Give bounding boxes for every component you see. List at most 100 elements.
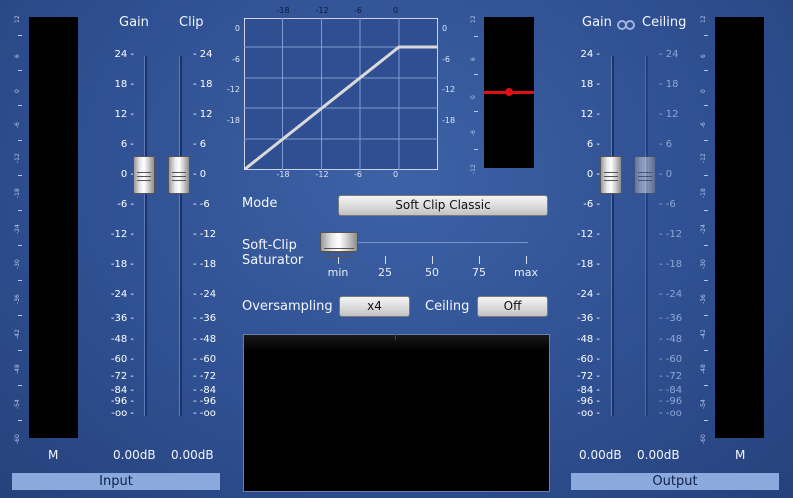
fader-tick-label: -60 - [576,354,600,365]
input-gain-track [144,56,147,416]
meter-tick-mark [18,420,22,422]
meter-tick-label: -6 [470,130,477,137]
saturator-tick-mark [432,256,433,264]
meter-tick-label: -36 [700,293,707,304]
input-gain-label: Gain [119,15,149,30]
graph-tick-label: 0 [393,170,399,179]
output-ceiling-track [645,56,648,416]
fader-tick-label: -96 - [110,396,134,407]
waveform-display [243,334,550,492]
fader-tick-label: -96 - [576,396,600,407]
mode-label: Mode [242,196,278,211]
fader-tick-label: - -18 [193,259,217,270]
link-icon[interactable] [616,16,636,30]
meter-tick-mark [18,34,22,36]
fader-tick-label: - -6 [659,199,676,210]
meter-tick-mark [18,139,22,141]
fader-tick-label: - -oo [193,408,216,419]
meter-tick-label: 6 [470,56,477,61]
transfer-curve-plot [244,18,438,170]
meter-tick-label: -36 [14,293,21,304]
meter-tick-label: -30 [14,258,21,269]
fader-tick-label: - 18 [659,79,679,90]
fader-tick-label: -36 - [576,313,600,324]
fader-tick-label: - -36 [659,313,683,324]
meter-tick-label: -54 [700,399,707,409]
saturator-tick-label: 50 [425,266,439,279]
saturator-tick-mark [338,256,339,264]
meter-tick-label: 6 [14,54,21,59]
input-gain-value: 0.00dB [113,448,156,462]
meter-tick-mark [18,245,22,247]
fader-tick-label: -18 - [576,259,600,270]
gain-reduction-marker-dot [505,88,513,96]
meter-tick-mark [704,385,708,387]
meter-tick-label: -48 [700,364,707,374]
meter-tick-label: -18 [14,188,21,199]
meter-tick-mark [474,35,478,37]
input-gain-fader[interactable] [133,156,155,194]
meter-tick-label: -6 [14,122,21,129]
meter-tick-label: -48 [14,364,21,374]
saturator-tick-mark [385,256,386,264]
graph-tick-label: -6 [354,6,362,15]
saturator-track [338,242,528,243]
fader-tick-label: -48 - [110,334,134,345]
output-gain-fader[interactable] [600,156,622,194]
meter-tick-mark [18,350,22,352]
graph-tick-label: -6 [232,55,240,64]
fader-tick-label: - -84 [193,385,217,396]
saturator-tick-label: 25 [378,266,392,279]
fader-tick-label: -24 - [576,289,600,300]
graph-tick-label: 0 [393,6,399,15]
meter-tick-mark [704,104,708,106]
fader-tick-label: - -48 [193,334,217,345]
fader-tick-label: - -84 [659,385,683,396]
saturator-label-line2: Saturator [242,253,304,268]
meter-tick-label: -42 [700,328,707,339]
output-ceiling-scale: - 24 - 18 - 12 - 6 - 0 - -6 - -12 - -18 - -24 - -… [659,48,689,419]
meter-tick-label: -24 [700,223,707,234]
meter-tick-label: -60 [700,434,707,444]
oversampling-button[interactable]: x4 [339,296,410,317]
fader-tick-label: - -12 [659,229,683,240]
saturator-slider-handle[interactable] [320,232,358,257]
input-panel-label: Input [12,473,220,490]
input-clip-fader[interactable] [168,156,190,194]
mode-dropdown[interactable]: Soft Clip Classic [338,195,548,216]
fader-tick-label: - 6 [193,139,207,150]
fader-tick-label: - -12 [193,229,217,240]
saturator-label-line1: Soft-Clip [242,238,297,253]
graph-tick-label: -12 [226,85,240,94]
meter-tick-label: 0 [14,89,21,94]
meter-tick-mark [704,174,708,176]
meter-tick-label: 6 [700,54,707,59]
fader-tick-label: -84 - [110,385,134,396]
fader-tick-label: -12 - [110,229,134,240]
output-gain-value: 0.00dB [579,448,622,462]
input-clip-scale: - 24 - 18 - 12 - 6 - 0 - -6 - -12 - -18 - -24 - -… [193,48,223,419]
meter-tick-mark [18,385,22,387]
saturator-tick-label: 75 [472,266,486,279]
fader-tick-label: -48 - [576,334,600,345]
graph-tick-label: 0 [442,24,448,33]
meter-tick-label: -12 [14,153,21,164]
fader-tick-label: -60 - [110,354,134,365]
fader-tick-label: - -60 [659,354,683,365]
fader-tick-label: -oo - [577,408,600,419]
graph-tick-label: -6 [354,170,362,179]
fader-tick-label: - 6 [659,139,673,150]
transfer-curve-graph: -18 -12 -6 0 -18 -12 -6 0 0 -6 -12 -18 0 -6 -12 -18 [226,2,462,182]
fader-tick-label: 6 - [586,139,600,150]
output-gain-scale: 24 - 18 - 12 - 6 - 0 - -6 - -12 - -18 - -24 - -36… [566,48,600,419]
meter-tick-label: 0 [470,94,477,99]
fader-tick-label: - -24 [193,289,217,300]
output-ceiling-fader[interactable] [634,156,656,194]
fader-tick-label: -36 - [110,313,134,324]
meter-tick-label: -54 [14,399,21,409]
saturator-tick-mark [526,256,527,264]
input-clip-label: Clip [179,15,204,30]
fader-tick-label: -6 - [583,199,600,210]
fader-tick-label: - 24 [659,49,679,60]
ceiling-button[interactable]: Off [477,296,548,317]
